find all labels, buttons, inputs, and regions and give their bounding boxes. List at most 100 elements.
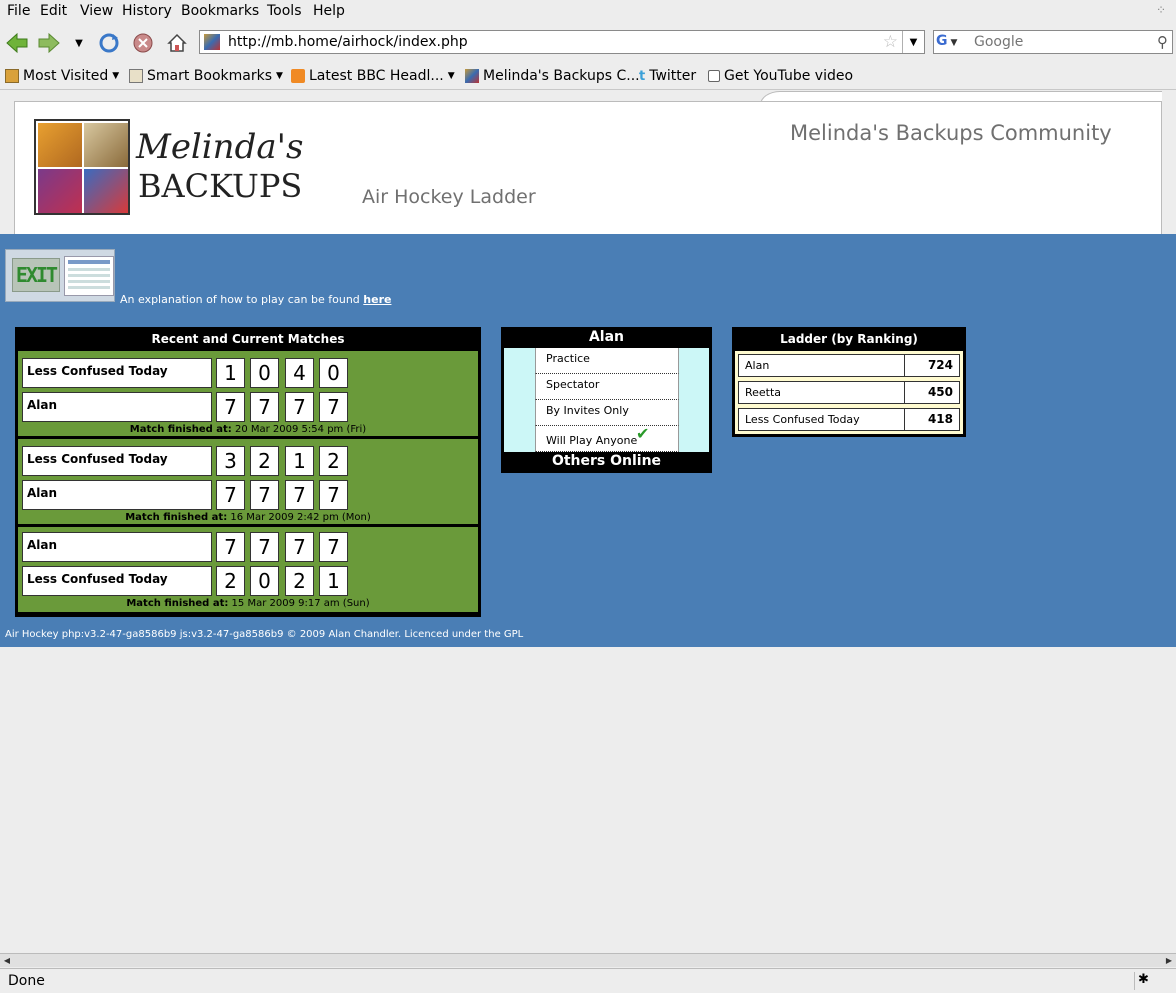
menu-bookmarks[interactable]: Bookmarks xyxy=(181,3,259,19)
score-cell: 1 xyxy=(319,566,348,596)
exit-button[interactable]: EXIT xyxy=(5,249,115,302)
main-area: EXIT An explanation of how to play can b… xyxy=(0,234,1176,647)
bookmark-star-icon[interactable]: ☆ xyxy=(883,32,898,52)
option-spectator[interactable]: Spectator xyxy=(535,374,679,400)
bookmark-smart-bookmarks[interactable]: Smart Bookmarks ▼ xyxy=(129,68,283,84)
score-cell: 7 xyxy=(216,392,245,422)
page-content: Melinda's BACKUPS Melinda's Backups Comm… xyxy=(0,91,1176,951)
score-cell: 7 xyxy=(319,480,348,510)
community-title: Melinda's Backups Community xyxy=(790,121,1112,145)
match-item: Less Confused Today 1 0 4 0 Alan 7 7 7 7… xyxy=(18,351,478,436)
search-bar: G▼ ⚲ xyxy=(933,30,1173,54)
scroll-left-icon[interactable]: ◀ xyxy=(0,954,14,967)
explanation-text: An explanation of how to play can be fou… xyxy=(120,293,391,306)
stop-button[interactable] xyxy=(130,30,156,56)
throbber-icon: ⁘ xyxy=(1156,3,1167,17)
horizontal-scrollbar[interactable]: ◀ ▶ xyxy=(0,953,1176,967)
home-icon xyxy=(167,33,187,52)
bookmark-twitter[interactable]: t Twitter xyxy=(639,68,696,84)
status-bar: Done ✱ xyxy=(0,968,1176,993)
others-online-label: Others Online xyxy=(551,453,662,469)
score-cell: 7 xyxy=(250,392,279,422)
bookmark-label: Twitter xyxy=(649,68,697,84)
menu-help[interactable]: Help xyxy=(313,3,345,19)
bookmark-most-visited[interactable]: Most Visited ▼ xyxy=(5,68,119,84)
exit-sign-icon: EXIT xyxy=(12,258,60,292)
option-label: Will Play Anyone xyxy=(546,434,638,447)
score-cell: 2 xyxy=(285,566,314,596)
bookmark-label: Get YouTube video xyxy=(724,68,854,84)
url-dropdown-button[interactable]: ▼ xyxy=(902,31,924,53)
ladder-row[interactable]: Less Confused Today 418 xyxy=(738,408,960,431)
back-button[interactable] xyxy=(4,30,30,56)
scroll-right-icon[interactable]: ▶ xyxy=(1162,954,1176,967)
player-name: Less Confused Today xyxy=(22,446,212,476)
match-time-label: Match finished at: xyxy=(129,424,232,435)
score-cell: 0 xyxy=(250,358,279,388)
menu-bar: File Edit View History Bookmarks Tools H… xyxy=(0,0,1176,22)
ladder-list: Alan 724 Reetta 450 Less Confused Today … xyxy=(735,351,963,434)
ladder-row[interactable]: Reetta 450 xyxy=(738,381,960,404)
score-cell: 7 xyxy=(285,532,314,562)
ladder-player-name: Less Confused Today xyxy=(745,413,860,426)
search-input[interactable] xyxy=(974,34,1144,50)
score-cell: 2 xyxy=(319,446,348,476)
score-cell: 1 xyxy=(216,358,245,388)
score-cell: 3 xyxy=(216,446,245,476)
score-cell: 1 xyxy=(285,446,314,476)
chevron-down-icon: ▼ xyxy=(112,71,120,81)
match-item: Alan 7 7 7 7 Less Confused Today 2 0 2 1… xyxy=(18,527,478,612)
bookmark-label: Most Visited xyxy=(23,68,109,84)
url-text[interactable]: http://mb.home/airhock/index.php xyxy=(228,34,468,50)
bookmark-bbc-headlines[interactable]: Latest BBC Headl... ▼ xyxy=(291,68,455,84)
ladder-row[interactable]: Alan 724 xyxy=(738,354,960,377)
match-item: Less Confused Today 3 2 1 2 Alan 7 7 7 7… xyxy=(18,439,478,524)
site-favicon-icon xyxy=(204,34,220,50)
menu-tools[interactable]: Tools xyxy=(267,3,302,19)
folder-special-icon xyxy=(5,69,19,83)
reload-button[interactable] xyxy=(96,30,122,56)
option-by-invites-only[interactable]: By Invites Only xyxy=(535,400,679,426)
chevron-down-icon: ▼ xyxy=(909,36,918,48)
ladder-player-name: Alan xyxy=(745,359,770,372)
matches-panel: Recent and Current Matches Less Confused… xyxy=(15,327,481,617)
match-time: Match finished at: 20 Mar 2009 5:54 pm (… xyxy=(18,424,478,435)
matches-title: Recent and Current Matches xyxy=(151,332,345,346)
search-icon[interactable]: ⚲ xyxy=(1157,33,1168,51)
url-bar[interactable]: http://mb.home/airhock/index.php ☆ ▼ xyxy=(199,30,925,54)
bookmark-melindas-backups[interactable]: Melinda's Backups C... xyxy=(465,68,640,84)
player-name: Alan xyxy=(22,392,212,422)
menu-view[interactable]: View xyxy=(80,3,113,19)
site-favicon-icon xyxy=(465,69,479,83)
menu-file[interactable]: File xyxy=(7,3,30,19)
menu-history[interactable]: History xyxy=(122,3,172,19)
forward-button[interactable] xyxy=(36,30,62,56)
score-cell: 7 xyxy=(285,392,314,422)
folder-icon xyxy=(129,69,143,83)
explanation-label: An explanation of how to play can be fou… xyxy=(120,293,364,306)
option-will-play-anyone[interactable]: Will Play Anyone ✔ xyxy=(535,424,679,452)
score-cell: 4 xyxy=(285,358,314,388)
match-time-label: Match finished at: xyxy=(125,512,228,523)
score-cell: 7 xyxy=(250,480,279,510)
help-link[interactable]: here xyxy=(363,293,391,306)
match-time: Match finished at: 15 Mar 2009 9:17 am (… xyxy=(18,598,478,609)
site-logo[interactable]: Melinda's BACKUPS xyxy=(34,119,303,219)
match-time-value: 15 Mar 2009 9:17 am (Sun) xyxy=(231,598,370,609)
twitter-icon: t xyxy=(639,68,646,84)
score-cell: 7 xyxy=(216,480,245,510)
match-time: Match finished at: 16 Mar 2009 2:42 pm (… xyxy=(18,512,478,523)
firebug-icon[interactable]: ✱ xyxy=(1134,972,1154,990)
score-cell: 0 xyxy=(250,566,279,596)
menu-edit[interactable]: Edit xyxy=(40,3,67,19)
site-header: Melinda's BACKUPS Melinda's Backups Comm… xyxy=(0,91,1176,234)
search-engine-selector[interactable]: G ▼ xyxy=(936,33,970,51)
score-cell: 7 xyxy=(319,532,348,562)
home-button[interactable] xyxy=(164,30,190,56)
option-practice[interactable]: Practice xyxy=(535,348,679,374)
match-time-value: 16 Mar 2009 2:42 pm (Mon) xyxy=(230,512,371,523)
match-time-value: 20 Mar 2009 5:54 pm (Fri) xyxy=(234,424,367,435)
chevron-down-icon: ▼ xyxy=(950,38,958,48)
history-dropdown-button[interactable]: ▼ xyxy=(66,30,92,56)
bookmark-youtube[interactable]: Get YouTube video xyxy=(708,68,853,84)
